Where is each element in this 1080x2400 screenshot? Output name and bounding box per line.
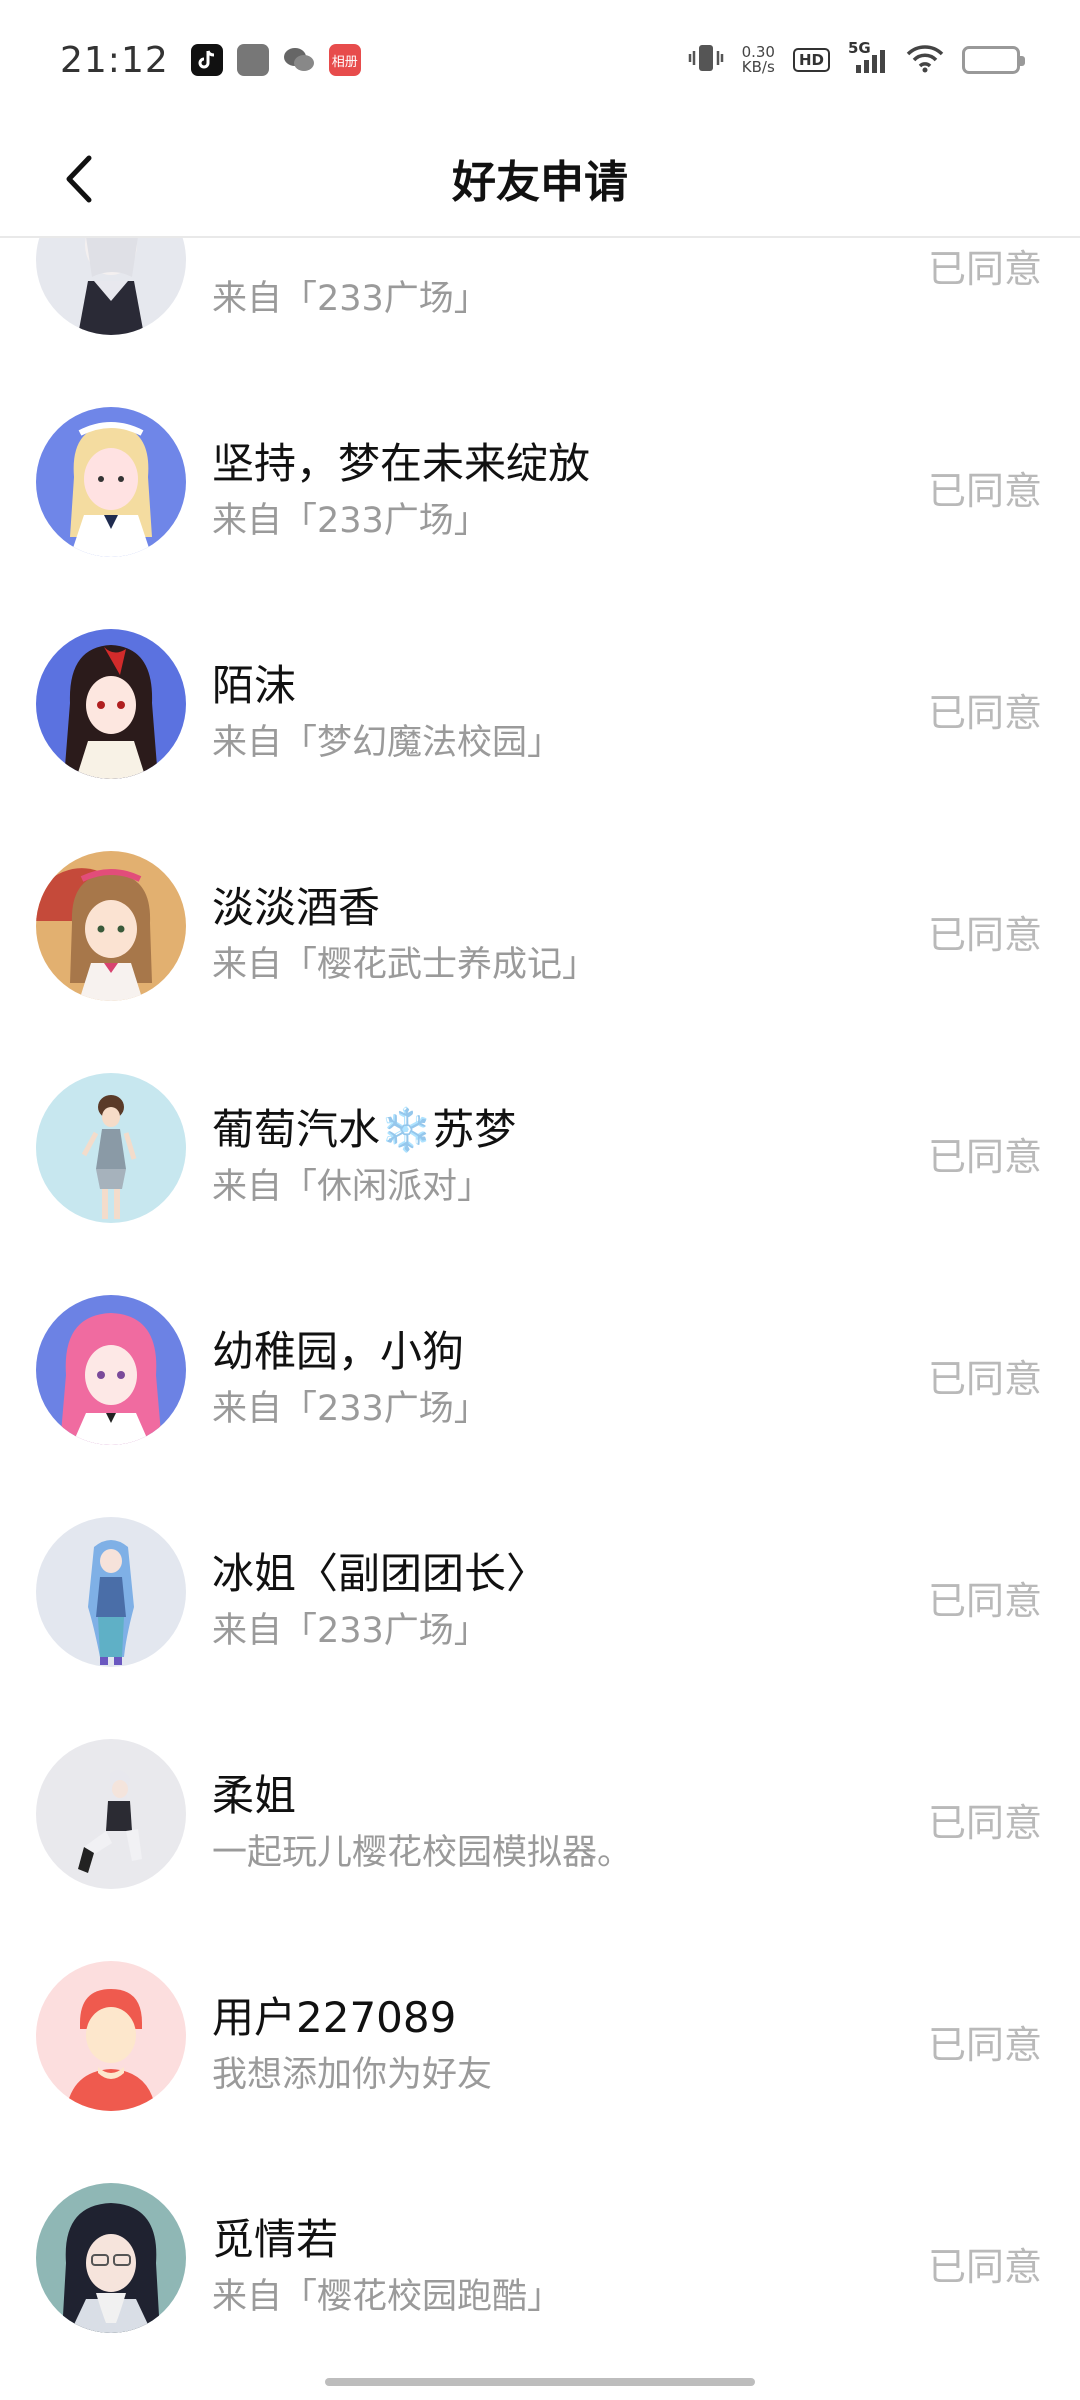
avatar[interactable] [36, 1739, 186, 1889]
status-label: 已同意 [927, 2023, 1042, 2067]
request-source: 来自「233广场」 [212, 501, 489, 541]
request-name: 葡萄汽水❄️苏梦 [212, 1105, 517, 1154]
status-bar: 21:12 相册 0.30 KB/s HD 5G [0, 0, 1080, 120]
nav-header: 好友申请 [0, 120, 1080, 238]
friend-request-row[interactable]: 陌沫 来自「梦幻魔法校园」 已同意 [0, 592, 1080, 814]
status-label: 已同意 [927, 469, 1042, 513]
status-label: 已同意 [927, 2245, 1042, 2289]
tiktok-icon [190, 44, 223, 76]
home-indicator[interactable] [325, 2378, 755, 2386]
vibrate-icon [688, 43, 724, 77]
avatar[interactable] [36, 238, 186, 335]
request-source: 一起玩儿樱花校园模拟器。 [212, 1833, 633, 1873]
request-source: 来自「休闲派对」 [212, 1167, 493, 1207]
hd-badge: HD [792, 48, 830, 72]
request-source: 来自「樱花校园跑酷」 [212, 2277, 563, 2317]
avatar[interactable] [36, 1073, 186, 1223]
request-name: 幼稚园，小狗 [212, 1327, 465, 1376]
battery-icon [962, 46, 1025, 74]
wechat-icon [283, 44, 315, 76]
request-source: 来自「233广场」 [212, 1611, 489, 1651]
network-speed-unit: KB/s [741, 58, 775, 76]
friend-request-row[interactable]: 淡淡酒香 来自「樱花武士养成记」 已同意 [0, 814, 1080, 1036]
avatar[interactable] [36, 851, 186, 1001]
request-name: 觅情若 [212, 2215, 339, 2264]
status-label: 已同意 [927, 247, 1042, 291]
chevron-left-icon [66, 155, 92, 203]
page-title: 好友申请 [452, 157, 628, 208]
request-name: 冰姐〈副团团长〉 [212, 1549, 549, 1598]
request-name: 柔姐 [212, 1771, 297, 1820]
avatar[interactable] [36, 629, 186, 779]
back-button[interactable] [44, 144, 114, 214]
status-label: 已同意 [927, 1801, 1042, 1845]
friend-request-row[interactable]: 幼稚园，小狗 来自「233广场」 已同意 [0, 1258, 1080, 1480]
friend-request-row[interactable]: 冰姐〈副团团长〉 来自「233广场」 已同意 [0, 1480, 1080, 1702]
avatar[interactable] [36, 407, 186, 557]
status-label: 已同意 [927, 1357, 1042, 1401]
app-icon [236, 44, 269, 76]
request-source: 来自「233广场」 [212, 279, 489, 319]
status-time: 21:12 [60, 39, 169, 81]
request-name: 陌沫 [212, 661, 297, 710]
friend-request-list[interactable]: 来自「233广场」 已同意 坚持，梦在未来绽放 来自「233广场」 已同意 陌沫… [0, 238, 1080, 2368]
request-source: 来自「梦幻魔法校园」 [212, 723, 563, 763]
friend-request-row[interactable]: 来自「233广场」 已同意 [0, 238, 1080, 370]
network-type: 5G [848, 39, 871, 57]
status-label: 已同意 [927, 1135, 1042, 1179]
avatar[interactable] [36, 1517, 186, 1667]
avatar[interactable] [36, 1961, 186, 2111]
system-indicators: 0.30 KB/s HD 5G [688, 39, 1025, 77]
album-icon: 相册 [328, 44, 361, 76]
request-name: 淡淡酒香 [212, 883, 381, 932]
status-label: 已同意 [927, 1579, 1042, 1623]
wifi-icon [906, 43, 944, 77]
friend-request-row[interactable]: 觅情若 来自「樱花校园跑酷」 已同意 [0, 2146, 1080, 2368]
friend-request-row[interactable]: 坚持，梦在未来绽放 来自「233广场」 已同意 [0, 370, 1080, 592]
request-source: 来自「樱花武士养成记」 [212, 945, 598, 985]
avatar[interactable] [36, 1295, 186, 1445]
friend-request-row[interactable]: 用户227089 我想添加你为好友 已同意 [0, 1924, 1080, 2146]
friend-request-row[interactable]: 柔姐 一起玩儿樱花校园模拟器。 已同意 [0, 1702, 1080, 1924]
network-speed: 0.30 KB/s [742, 45, 775, 75]
request-source: 来自「233广场」 [212, 1389, 489, 1429]
status-label: 已同意 [927, 691, 1042, 735]
friend-request-row[interactable]: 葡萄汽水❄️苏梦 来自「休闲派对」 已同意 [0, 1036, 1080, 1258]
cellular-signal-icon: 5G [848, 39, 888, 75]
avatar[interactable] [36, 2183, 186, 2333]
request-name: 用户227089 [212, 1993, 457, 2042]
notification-icons: 相册 [190, 44, 361, 76]
request-name: 坚持，梦在未来绽放 [212, 439, 591, 488]
status-label: 已同意 [927, 913, 1042, 957]
request-source: 我想添加你为好友 [212, 2055, 493, 2095]
